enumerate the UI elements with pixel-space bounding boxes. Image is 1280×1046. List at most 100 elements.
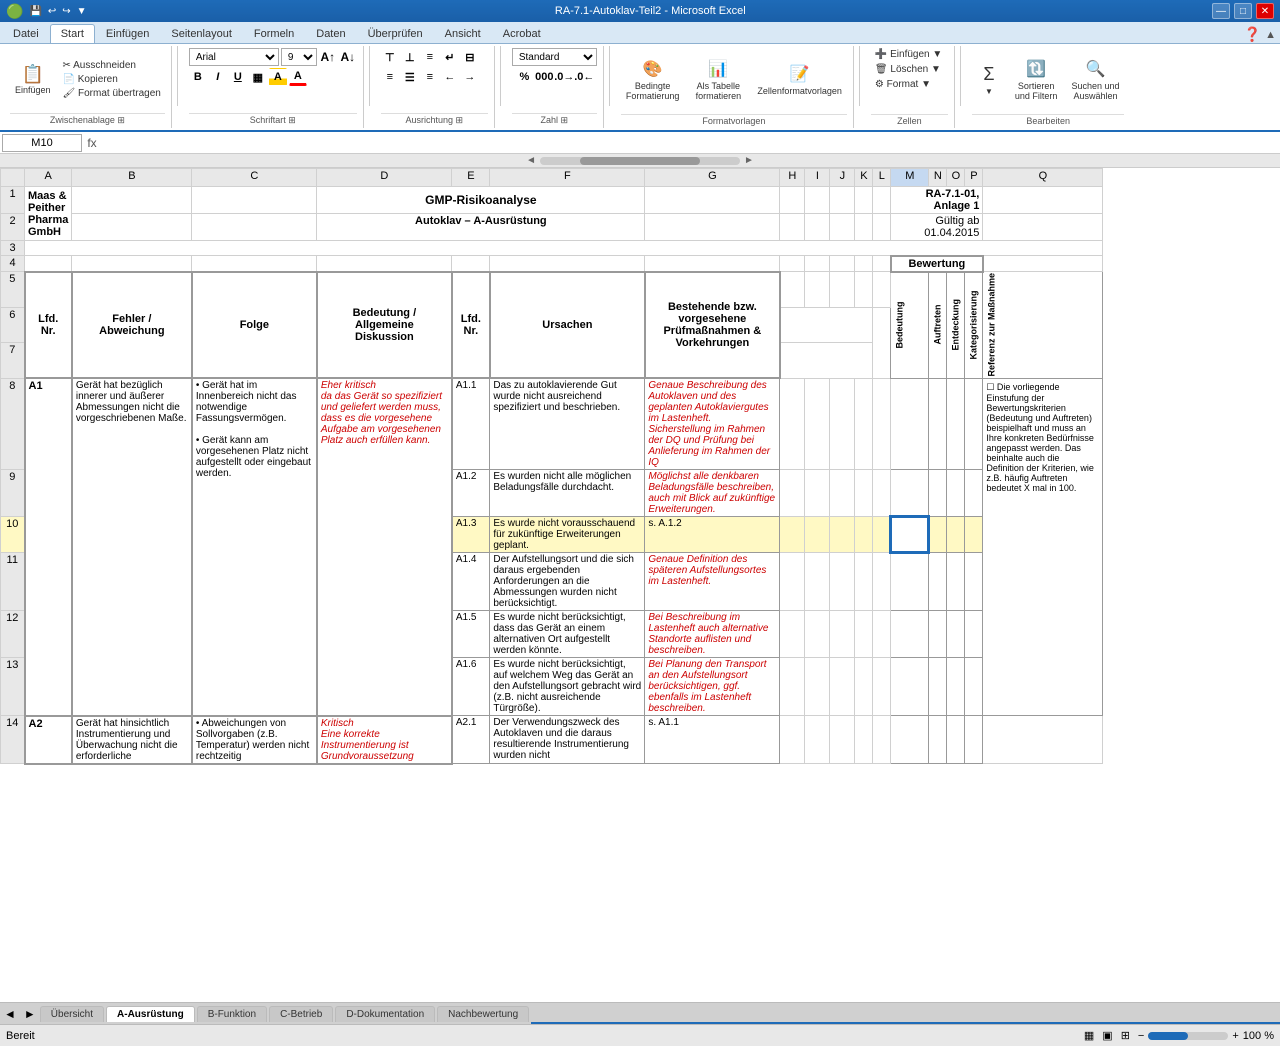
cell-L9[interactable] [873,470,891,517]
cell-C2[interactable] [192,214,317,241]
cell-F5[interactable]: Ursachen [490,272,645,379]
cell-O12[interactable] [947,611,965,658]
insert-cells-btn[interactable]: ➕ Einfügen ▼ [871,48,946,61]
col-header-Q[interactable]: Q [983,169,1103,187]
cell-I1[interactable] [805,187,830,214]
cell-F13[interactable]: Es wurde nicht berücksichtigt, auf welch… [490,658,645,716]
cell-M14[interactable] [891,716,929,764]
help-icon[interactable]: ❓ [1244,26,1261,43]
cell-A1[interactable]: Maas & PeitherPharma GmbH [25,187,72,241]
col-header-G[interactable]: G [645,169,780,187]
bedingte-formatierung-btn[interactable]: 🎨 BedingteFormatierung [621,56,685,104]
cut-button[interactable]: ✂ Ausschneiden [59,59,165,72]
cell-O11[interactable] [947,553,965,611]
cell-O8[interactable] [947,378,965,470]
cell-A14[interactable]: A2 [25,716,72,764]
cell-I12[interactable] [805,611,830,658]
cell-E13[interactable]: A1.6 [452,658,490,716]
cell-N10[interactable] [929,517,947,553]
minimize-ribbon-btn[interactable]: ▲ [1265,29,1276,41]
cell-L10[interactable] [873,517,891,553]
cell-M9[interactable] [891,470,929,517]
col-header-J[interactable]: J [830,169,855,187]
cell-A3[interactable] [25,241,1103,256]
cell-I14[interactable] [805,716,830,764]
dec-inc-btn[interactable]: .0→ [555,68,573,86]
sort-filter-btn[interactable]: 🔃 Sortierenund Filtern [1010,56,1063,104]
cell-L14[interactable] [873,716,891,764]
cell-C14[interactable]: • Abweichungen von Sollvorgaben (z.B. Te… [192,716,317,764]
cell-J5[interactable] [830,272,855,308]
paste-button[interactable]: 📋 Einfügen [10,62,56,98]
cell-J14[interactable] [830,716,855,764]
sheet-nav-next[interactable]: ► [20,1007,40,1021]
cell-Q2[interactable] [983,214,1103,241]
cell-H9[interactable] [780,470,805,517]
cell-P8[interactable] [965,378,983,470]
border-button[interactable]: ▦ [249,68,267,86]
view-layout-btn[interactable]: ▣ [1102,1029,1112,1042]
tab-start[interactable]: Start [50,24,95,43]
cell-G14[interactable]: s. A1.1 [645,716,780,764]
zoom-slider[interactable] [1148,1032,1228,1040]
cell-P14[interactable] [965,716,983,764]
cell-G5[interactable]: Bestehende bzw.vorgesehenePrüfmaßnahmen … [645,272,780,379]
font-name-select[interactable]: Arial [189,48,279,66]
cell-G12[interactable]: Bei Beschreibung im Lastenheft auch alte… [645,611,780,658]
cell-G13[interactable]: Bei Planung den Transport an den Aufstel… [645,658,780,716]
col-header-L[interactable]: L [873,169,891,187]
cell-P11[interactable] [965,553,983,611]
cell-N14[interactable] [929,716,947,764]
cell-I8[interactable] [805,378,830,470]
cell-P10[interactable] [965,517,983,553]
col-header-B[interactable]: B [72,169,192,187]
sheet-area[interactable]: A B C D E F G H I J K L M N O P Q [0,168,1280,1002]
col-header-C[interactable]: C [192,169,317,187]
cell-E12[interactable]: A1.5 [452,611,490,658]
cell-N5[interactable]: Auftreten [929,272,947,379]
cell-F4[interactable] [490,256,645,272]
cell-P9[interactable] [965,470,983,517]
indent-inc-btn[interactable]: → [461,68,479,86]
font-size-select[interactable]: 9 [281,48,317,66]
cell-I10[interactable] [805,517,830,553]
sheet-tab-ddokumentation[interactable]: D-Dokumentation [335,1006,435,1022]
cell-N9[interactable] [929,470,947,517]
cell-H12[interactable] [780,611,805,658]
close-button[interactable]: ✕ [1256,3,1274,19]
cell-J9[interactable] [830,470,855,517]
cell-P5[interactable]: Kategorisierung [965,272,983,379]
cell-G8[interactable]: Genaue Beschreibung des Autoklaven und d… [645,378,780,470]
cell-K11[interactable] [855,553,873,611]
tab-einfuegen[interactable]: Einfügen [95,24,160,43]
cell-B1[interactable] [72,187,192,214]
cell-L11[interactable] [873,553,891,611]
cell-M1[interactable]: RA-7.1-01, Anlage 1 [891,187,983,214]
cell-J11[interactable] [830,553,855,611]
cell-Q4[interactable] [983,256,1103,272]
merge-btn[interactable]: ⊟ [461,48,479,66]
cell-B14[interactable]: Gerät hat hinsichtlich Instrumentierung … [72,716,192,764]
minimize-button[interactable]: — [1212,3,1230,19]
cell-C1[interactable] [192,187,317,214]
zoom-in-btn[interactable]: + [1232,1030,1238,1042]
col-header-E[interactable]: E [452,169,490,187]
cell-K4[interactable] [855,256,873,272]
cell-H2[interactable] [780,214,805,241]
cell-D14[interactable]: KritischEine korrekte Instrumentierung i… [317,716,452,764]
fill-color-button[interactable]: A [269,68,287,86]
tab-ueberpruefen[interactable]: Überprüfen [357,24,434,43]
sheet-nav-prev[interactable]: ◄ [0,1007,20,1021]
cell-O5[interactable]: Entdeckung [947,272,965,379]
font-color-button[interactable]: A [289,68,307,86]
cell-K10[interactable] [855,517,873,553]
cell-B8[interactable]: Gerät hat bezüglich innerer und äußerer … [72,378,192,716]
cell-A4[interactable] [25,256,72,272]
cell-J4[interactable] [830,256,855,272]
cell-O10[interactable] [947,517,965,553]
zellenformatvorlagen-btn[interactable]: 📝 Zellenformatvorlagen [752,61,847,99]
col-header-M[interactable]: M [891,169,929,187]
sheet-tab-uebersicht[interactable]: Übersicht [40,1006,104,1022]
cell-Q14[interactable] [983,716,1103,764]
cell-I9[interactable] [805,470,830,517]
